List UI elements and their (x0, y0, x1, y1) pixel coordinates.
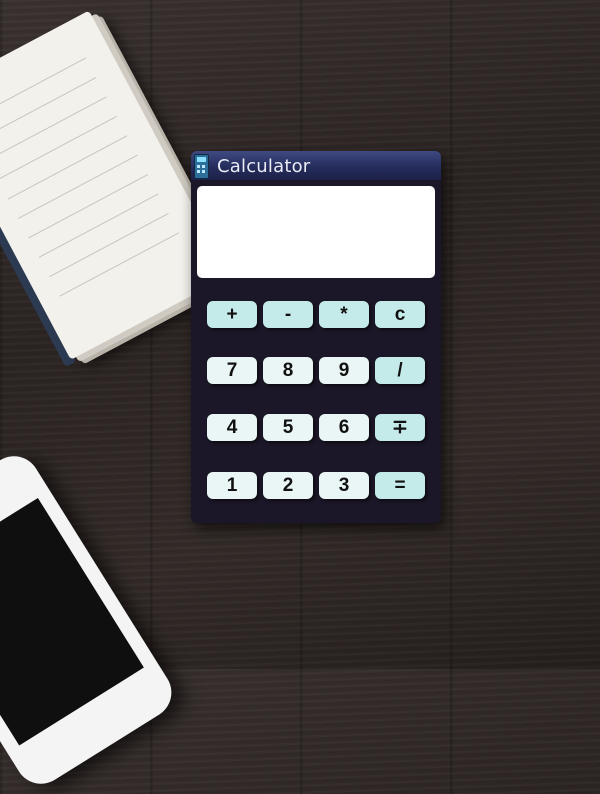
multiply-button[interactable]: * (319, 301, 369, 328)
digit-5-button[interactable]: 5 (263, 414, 313, 441)
window-title: Calculator (217, 156, 311, 177)
calculator-window: Calculator + - * c 7 8 9/ 4 5 6 ∓ 1 2 3 = (191, 151, 441, 523)
digit-7-button[interactable]: 7 (207, 357, 257, 384)
calculator-app-icon (194, 154, 209, 179)
digit-6-button[interactable]: 6 (319, 414, 369, 441)
plus-minus-button[interactable]: ∓ (375, 414, 425, 441)
digit-9-button[interactable]: 9 (319, 357, 369, 384)
subtract-button[interactable]: - (263, 301, 313, 328)
title-bar[interactable]: Calculator (191, 151, 441, 180)
clear-button[interactable]: c (375, 301, 425, 328)
digit-3-button[interactable]: 3 (319, 472, 369, 499)
digit-1-button[interactable]: 1 (207, 472, 257, 499)
digit-4-button[interactable]: 4 (207, 414, 257, 441)
equals-button[interactable]: = (375, 472, 425, 499)
divide-button[interactable]: / (375, 357, 425, 384)
add-button[interactable]: + (207, 301, 257, 328)
phone-screen (0, 497, 144, 746)
digit-2-button[interactable]: 2 (263, 472, 313, 499)
result-display (197, 186, 435, 278)
digit-8-button[interactable]: 8 (263, 357, 313, 384)
smartphone-prop (0, 446, 182, 794)
